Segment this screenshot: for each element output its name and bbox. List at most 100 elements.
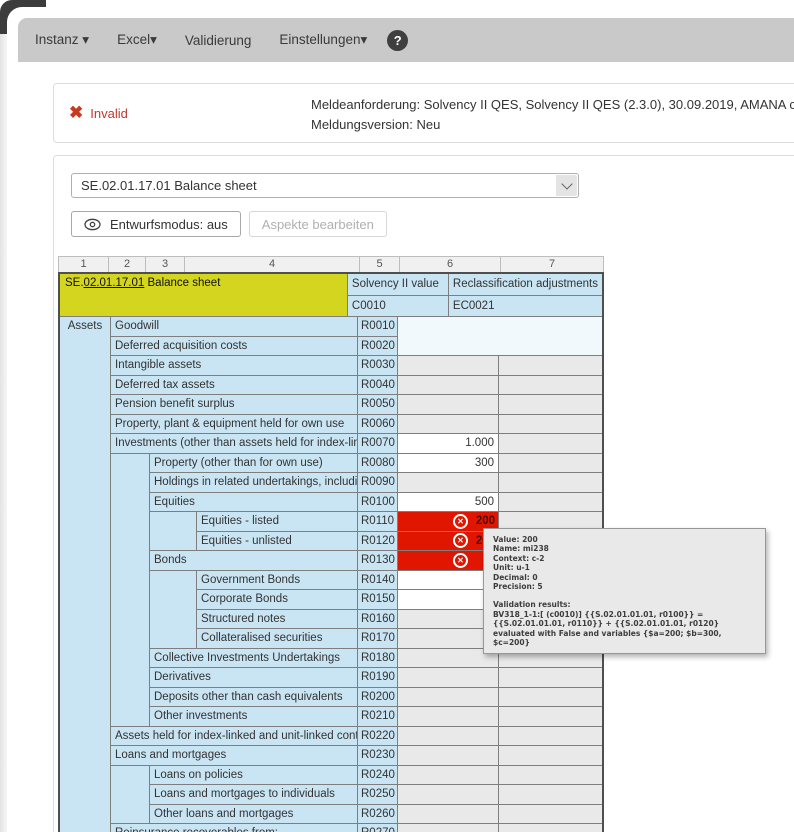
value-cell-C0010[interactable]: 300: [398, 454, 499, 474]
indent-spacer: [111, 766, 150, 786]
column-number: 2: [109, 257, 146, 272]
validation-status: ✖ Invalid: [69, 84, 128, 142]
value-cell-C0010: [398, 805, 499, 825]
row-label: Equities: [150, 493, 358, 513]
row-label: Bonds: [150, 551, 358, 571]
table-row: Pension benefit surplusR0050: [60, 395, 602, 415]
column-number: 7: [501, 257, 603, 272]
value-cell-C0010[interactable]: 1.000: [398, 434, 499, 454]
column-header-reclassification: Reclassification adjustments: [449, 274, 602, 296]
indent-spacer: [111, 688, 150, 708]
row-group-cell: [60, 727, 111, 747]
column-header-solvency-value: Solvency II value: [348, 274, 449, 296]
indent-spacer: [111, 785, 150, 805]
row-group-cell: [60, 512, 111, 532]
draft-mode-button[interactable]: Entwurfsmodus: aus: [71, 211, 241, 237]
value-cell-C0010: [398, 688, 499, 708]
row-label: Collateralised securities: [197, 629, 358, 649]
table-row: Reinsurance recoverables from:R0270: [60, 824, 602, 832]
row-code: R0150: [358, 590, 398, 610]
row-label: Deferred acquisition costs: [111, 337, 358, 357]
indent-spacer: [111, 590, 150, 610]
row-label: Reinsurance recoverables from:: [111, 824, 358, 832]
row-code: R0100: [358, 493, 398, 513]
indent-spacer: [111, 668, 150, 688]
tooltip-validation-text: BV318_1-1:[ (c0010)] {{S.02.01.01.01, r0…: [493, 610, 756, 648]
table-header: SE.02.01.17.01 Balance sheet Solvency II…: [60, 274, 602, 317]
row-label: Goodwill: [111, 317, 358, 337]
toolbar-buttons: Entwurfsmodus: aus Aspekte bearbeiten: [71, 211, 387, 237]
row-code: R0030: [358, 356, 398, 376]
value-cell-EC0021: [499, 434, 602, 454]
tooltip-line: Precision: 5: [493, 582, 756, 591]
tooltip-line: Unit: u-1: [493, 563, 756, 572]
row-group-cell: [60, 337, 111, 357]
row-group-cell: [60, 376, 111, 396]
tooltip-line: Decimal: 0: [493, 573, 756, 582]
tooltip-line: Value: 200: [493, 535, 756, 544]
row-code: R0010: [358, 317, 398, 337]
row-code: R0270: [358, 824, 398, 832]
row-label: Equities - unlisted: [197, 532, 358, 552]
value-cell-EC0021: [499, 454, 602, 474]
value-cell-EC0021: [499, 824, 602, 832]
row-label: Derivatives: [150, 668, 358, 688]
row-group-cell: [60, 824, 111, 832]
template-select[interactable]: SE.02.01.17.01 Balance sheet: [71, 173, 579, 198]
app-window: Instanz ▾ Excel▾ Validierung Einstellung…: [7, 7, 794, 832]
table-row: Other investmentsR0210: [60, 707, 602, 727]
table-title-cell: SE.02.01.17.01 Balance sheet: [60, 274, 348, 317]
value-cell-EC0021: [499, 356, 602, 376]
row-code: R0050: [358, 395, 398, 415]
row-group-cell: [60, 785, 111, 805]
row-group-cell: [60, 532, 111, 552]
indent-spacer: [150, 571, 197, 591]
menu-item-einstellungen[interactable]: Einstellungen▾: [279, 32, 367, 48]
table-row: Investments (other than assets held for …: [60, 434, 602, 454]
row-group-cell: [60, 766, 111, 786]
row-code: R0190: [358, 668, 398, 688]
value-cell-C0010[interactable]: 500: [398, 493, 499, 513]
menu-item-instanz[interactable]: Instanz ▾: [35, 32, 89, 48]
value-cell-C0010: [398, 317, 499, 337]
value-cell-EC0021: [499, 395, 602, 415]
value-cell-EC0021: [499, 785, 602, 805]
row-group-cell: [60, 707, 111, 727]
draft-mode-label: Entwurfsmodus: aus: [110, 217, 228, 232]
meldungsversion-text: Meldungsversion: Neu: [311, 115, 794, 135]
row-code: R0160: [358, 610, 398, 630]
row-group-cell: [60, 649, 111, 669]
table-row: Loans and mortgages to individualsR0250: [60, 785, 602, 805]
table-row: Loans and mortgagesR0230: [60, 746, 602, 766]
value-cell-C0010: [398, 824, 499, 832]
template-code-link[interactable]: 02.01.17.01: [84, 277, 145, 289]
table-card: SE.02.01.17.01 Balance sheet Entwurfsmod…: [53, 155, 794, 832]
help-icon[interactable]: ?: [387, 30, 408, 51]
indent-spacer: [111, 571, 150, 591]
edit-aspects-button[interactable]: Aspekte bearbeiten: [249, 211, 387, 237]
meldeanforderung-text: Meldeanforderung: Solvency II QES, Solve…: [311, 95, 794, 115]
row-label: Investments (other than assets held for …: [111, 434, 358, 454]
indent-spacer: [111, 649, 150, 669]
row-label: Equities - listed: [197, 512, 358, 532]
menu-item-validierung[interactable]: Validierung: [185, 33, 252, 48]
row-group-cell: [60, 746, 111, 766]
row-label: Other loans and mortgages: [150, 805, 358, 825]
row-code: R0090: [358, 473, 398, 493]
column-number: 3: [146, 257, 185, 272]
value-cell-EC0021: [499, 415, 602, 435]
tooltip-validation-title: Validation results:: [493, 600, 756, 609]
status-card: ✖ Invalid Meldeanforderung: Solvency II …: [53, 83, 794, 143]
menu-item-excel[interactable]: Excel▾: [117, 32, 157, 48]
indent-spacer: [111, 610, 150, 630]
value-cell-EC0021: [499, 376, 602, 396]
eye-icon: [84, 218, 101, 231]
row-label: Deferred tax assets: [111, 376, 358, 396]
invalid-x-icon: ✖: [69, 103, 83, 123]
row-label: Collective Investments Undertakings: [150, 649, 358, 669]
row-code: R0210: [358, 707, 398, 727]
value-cell-EC0021: [499, 317, 602, 337]
row-label: Loans and mortgages: [111, 746, 358, 766]
row-group-cell: [60, 668, 111, 688]
value-cell-EC0021: [499, 805, 602, 825]
